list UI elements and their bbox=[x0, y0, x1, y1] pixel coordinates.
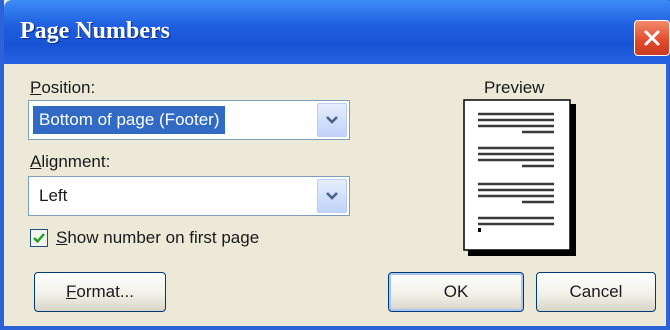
cancel-button[interactable]: Cancel bbox=[536, 272, 656, 312]
close-icon bbox=[644, 30, 660, 46]
alignment-value: Left bbox=[39, 186, 68, 205]
show-number-first-page-label: Show number on first page bbox=[56, 228, 260, 247]
close-button[interactable] bbox=[634, 20, 670, 56]
page-numbers-dialog: Page Numbers Position: Bottom of page (F… bbox=[0, 0, 670, 330]
show-number-first-page-checkbox[interactable] bbox=[30, 229, 48, 247]
page-preview-graphic bbox=[463, 99, 576, 256]
format-button[interactable]: Format... bbox=[34, 272, 166, 312]
title-bar[interactable]: Page Numbers bbox=[4, 0, 670, 64]
preview-page bbox=[462, 98, 578, 258]
position-dropdown-button[interactable] bbox=[317, 103, 347, 137]
ok-button[interactable]: OK bbox=[388, 272, 524, 312]
alignment-dropdown-button[interactable] bbox=[317, 179, 347, 213]
show-number-first-page-row[interactable]: Show number on first page bbox=[30, 228, 259, 248]
chevron-down-icon bbox=[326, 192, 338, 200]
dialog-title: Page Numbers bbox=[20, 18, 170, 44]
alignment-label: Alignment: bbox=[30, 152, 111, 171]
alignment-select[interactable]: Left bbox=[28, 176, 350, 216]
position-select[interactable]: Bottom of page (Footer) bbox=[28, 100, 350, 140]
position-value: Bottom of page (Footer) bbox=[33, 106, 226, 134]
position-label: Position: bbox=[30, 78, 96, 97]
preview-label: Preview bbox=[484, 78, 545, 97]
checkmark-icon bbox=[33, 233, 45, 244]
chevron-down-icon bbox=[326, 116, 338, 124]
